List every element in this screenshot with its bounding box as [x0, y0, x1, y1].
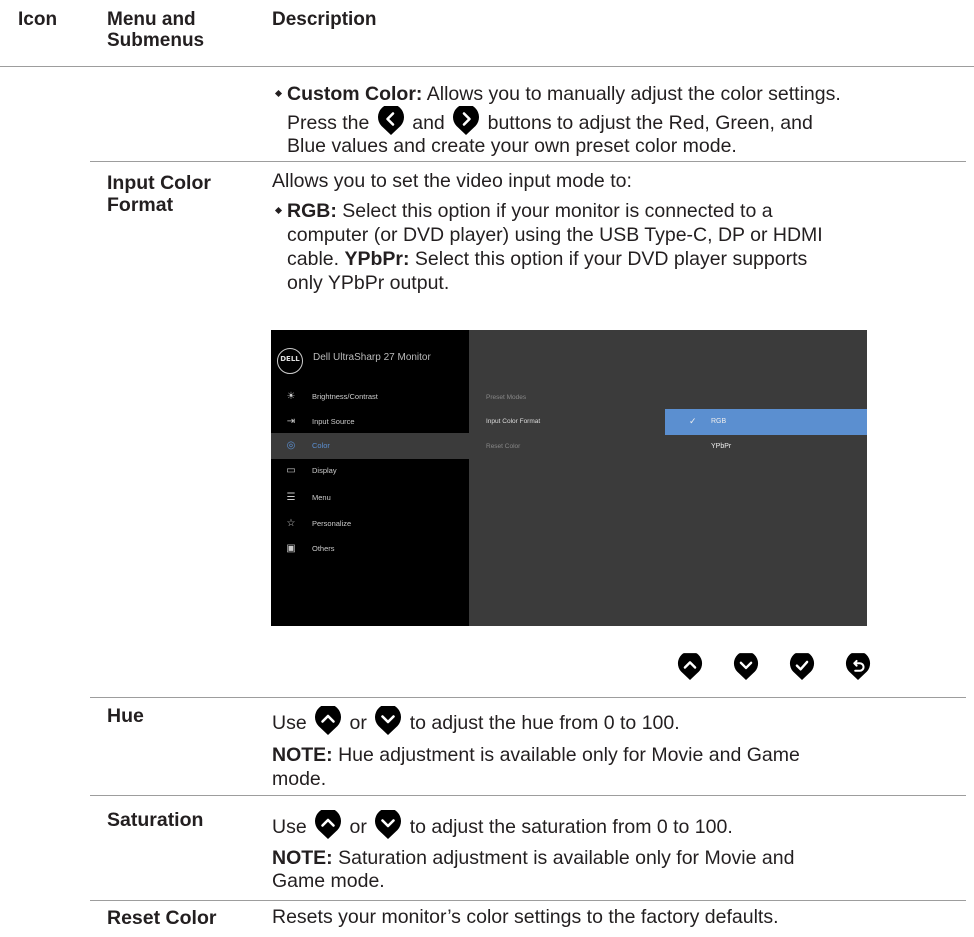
reset-color-label: Reset Color — [107, 907, 217, 929]
rule — [90, 161, 966, 162]
bullet — [274, 206, 283, 214]
header-icon: Icon — [18, 9, 58, 30]
header-menu: Menu and Submenus — [107, 9, 205, 51]
hue-line1: Use or to adjust the hue from 0 to 100. — [272, 706, 680, 738]
monitor-icon: ▭ — [286, 465, 296, 476]
osd-item-color: ◎ Color — [271, 433, 469, 459]
ypbpr-pre: cable. — [287, 248, 345, 270]
saturation-label: Saturation — [107, 809, 204, 831]
down-arrow-icon — [374, 810, 402, 840]
down-arrow-icon — [374, 706, 402, 736]
note-title: NOTE: — [272, 847, 333, 869]
osd-item-others: ▣ Others — [271, 536, 469, 562]
rule — [90, 795, 966, 796]
rgb-line1: RGB: Select this option if your monitor … — [274, 199, 773, 223]
osd-item-label: Color — [312, 441, 330, 450]
osd-option-rgb: ✓ RGB — [665, 409, 867, 435]
use-text: Use — [272, 712, 307, 734]
rgb-line2: computer (or DVD player) using the USB T… — [287, 224, 823, 246]
osd-sub-reset-color: Reset Color — [486, 443, 521, 450]
hue-note2: mode. — [272, 768, 327, 790]
ypbpr-line2: only YPbPr output. — [287, 272, 450, 294]
up-arrow-icon — [314, 706, 342, 736]
osd-item-label: Others — [312, 544, 335, 553]
osd-item-label: Input Source — [312, 417, 355, 426]
saturation-note2: Game mode. — [272, 870, 385, 892]
sun-icon: ☀ — [286, 391, 296, 402]
osd-sub-preset-modes: Preset Modes — [486, 394, 527, 401]
ypbpr-text: Select this option if your DVD player su… — [409, 248, 808, 270]
osd-option-ypbpr: YPbPr — [665, 434, 867, 460]
osd-item-input-source: ⇥ Input Source — [271, 409, 469, 435]
rgb-title: RGB: — [287, 200, 337, 222]
ypbpr-line1: cable. YPbPr: Select this option if your… — [287, 247, 807, 271]
rgb-text: Select this option if your monitor is co… — [336, 200, 773, 222]
osd-title: Dell UltraSharp 27 Monitor — [313, 352, 431, 363]
custom-color-title: Custom Color: — [287, 83, 423, 105]
use-text: Use — [272, 816, 307, 838]
custom-color-text2: buttons to adjust the Red, Green, and — [487, 112, 813, 134]
input-color-format-label: Input Color Format — [107, 172, 211, 216]
ypbpr-title: YPbPr: — [344, 248, 410, 270]
osd-main-panel: DELL Dell UltraSharp 27 Monitor ☀ Brightn… — [271, 330, 469, 626]
check-icon: ✓ — [689, 416, 697, 426]
or-text: or — [349, 712, 367, 734]
header-description: Description — [272, 9, 377, 30]
saturation-note-text: Saturation adjustment is available only … — [332, 847, 795, 869]
hue-note: NOTE: Hue adjustment is available only f… — [272, 742, 800, 768]
osd-menu-screenshot: DELL Dell UltraSharp 27 Monitor ☀ Brightn… — [271, 330, 867, 626]
up-button-icon — [677, 652, 703, 682]
input-color-format-intro: Allows you to set the video input mode t… — [272, 170, 632, 192]
osd-item-personalize: ☆ Personalize — [271, 511, 469, 537]
custom-color-line1: Custom Color: Allows you to manually adj… — [274, 80, 841, 108]
hue-note-text: Hue adjustment is available only for Mov… — [332, 744, 800, 766]
header-rule — [0, 66, 974, 67]
hue-text: to adjust the hue from 0 to 100. — [409, 712, 680, 734]
palette-icon: ◎ — [286, 440, 296, 451]
osd-item-label: Display — [312, 466, 337, 475]
osd-item-display: ▭ Display — [271, 458, 469, 484]
check-button-icon — [789, 652, 815, 682]
others-icon: ▣ — [286, 543, 296, 554]
up-arrow-icon — [314, 810, 342, 840]
bullet — [274, 89, 283, 97]
osd-sub-input-color-format: Input Color Format — [486, 418, 541, 425]
press-text: Press the — [287, 112, 370, 134]
star-icon: ☆ — [286, 518, 296, 529]
osd-item-label: Brightness/Contrast — [312, 392, 378, 401]
osd-option-label: YPbPr — [711, 443, 732, 450]
osd-item-menu: ☰ Menu — [271, 485, 469, 511]
and-text: and — [412, 112, 445, 134]
custom-color-line3: Blue values and create your own preset c… — [287, 135, 737, 157]
osd-item-brightness: ☀ Brightness/Contrast — [271, 384, 469, 410]
dell-logo-text: DELL — [280, 355, 300, 363]
note-title: NOTE: — [272, 744, 333, 766]
custom-color-text: Allows you to manually adjust the color … — [422, 83, 841, 105]
osd-item-label: Personalize — [312, 519, 352, 528]
dell-logo: DELL — [277, 348, 303, 374]
saturation-text: to adjust the saturation from 0 to 100. — [409, 816, 733, 838]
reset-color-text: Resets your monitor’s color settings to … — [272, 906, 779, 928]
or-text: or — [349, 816, 367, 838]
menu-icon: ☰ — [286, 492, 296, 503]
rule — [90, 697, 966, 698]
rule — [90, 900, 966, 901]
input-icon: ⇥ — [286, 416, 296, 427]
osd-option-label: RGB — [711, 418, 727, 425]
down-button-icon — [733, 652, 759, 682]
osd-item-label: Menu — [312, 493, 331, 502]
back-button-icon — [845, 652, 871, 682]
hue-label: Hue — [107, 705, 144, 727]
saturation-line1: Use or to adjust the saturation from 0 t… — [272, 810, 733, 842]
